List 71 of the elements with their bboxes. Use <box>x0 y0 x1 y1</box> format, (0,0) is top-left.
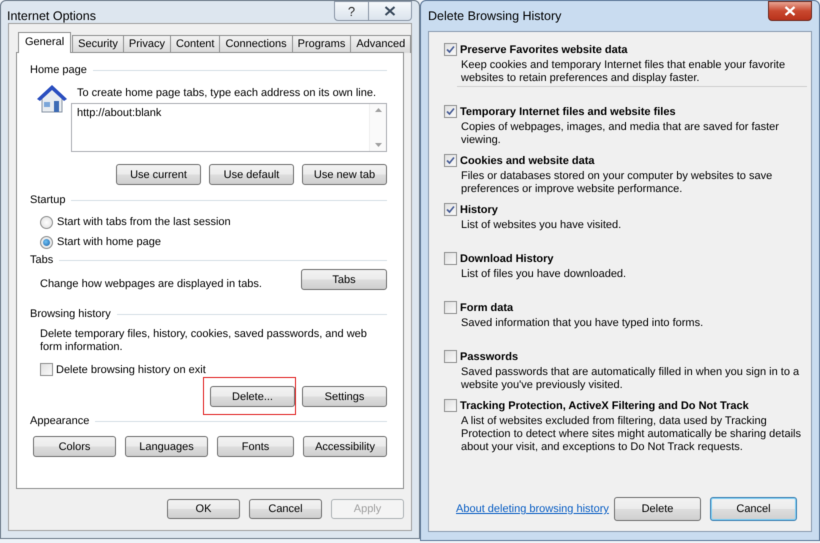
description-text: A list of websites excluded from filtering, data used by Tracking Protection to detect where sites might automatically be sharing details about your visit, and exceptions to Do Not Track requests. <box>461 415 802 454</box>
tab[interactable]: Connections <box>219 35 293 53</box>
radio-label: Start with home page <box>57 236 161 248</box>
checkbox[interactable] <box>444 399 457 412</box>
description-text: Copies of webpages, images, and media that are saved for faster viewing. <box>461 121 780 147</box>
window-title: Internet Options <box>7 9 96 23</box>
help-link[interactable]: About deleting browsing history <box>456 503 609 515</box>
house-icon <box>35 83 69 115</box>
radio-button[interactable] <box>40 216 53 228</box>
button[interactable]: Settings <box>302 386 387 407</box>
checkbox-label: Delete browsing history on exit <box>56 364 206 376</box>
button[interactable]: Delete <box>614 497 701 521</box>
button[interactable]: Tabs <box>301 269 387 290</box>
scroll-up-icon[interactable] <box>374 108 382 112</box>
radio-label: Start with tabs from the last session <box>57 216 231 228</box>
button[interactable]: Cancel <box>710 497 797 521</box>
checkbox-label: Cookies and website data <box>460 154 594 166</box>
checkbox-label: Passwords <box>460 350 518 362</box>
instruction-text: To create home page tabs, type each address on its own line. <box>77 87 376 99</box>
tab[interactable]: Advanced <box>350 35 412 53</box>
checkbox-label: Tracking Protection, ActiveX Filtering and Do Not Track <box>460 400 749 412</box>
checkbox-label: History <box>460 204 498 216</box>
checkbox-label: Temporary Internet files and website files <box>460 106 676 118</box>
checkbox[interactable] <box>444 301 457 314</box>
button[interactable]: Languages <box>124 436 208 457</box>
description-text: List of websites you have visited. <box>461 219 622 232</box>
button[interactable]: Cancel <box>249 499 322 519</box>
close-icon <box>784 6 796 16</box>
checkbox[interactable] <box>444 203 457 216</box>
description-text: Saved passwords that are automatically filled in when you sign in to a website you've previously visited. <box>461 366 800 392</box>
checkbox[interactable] <box>444 105 457 118</box>
button[interactable]: Delete... <box>210 386 295 407</box>
button[interactable]: Accessibility <box>303 436 387 457</box>
checkbox[interactable] <box>444 350 457 363</box>
group-heading: Home page <box>30 64 87 76</box>
tab[interactable]: General <box>18 32 72 53</box>
description-text: Change how webpages are displayed in tabs. <box>40 278 262 290</box>
scroll-down-icon[interactable] <box>374 143 382 147</box>
window-title: Delete Browsing History <box>428 9 562 23</box>
checkbox-label: Form data <box>460 302 514 314</box>
description-text: List of files you have downloaded. <box>461 268 628 281</box>
button[interactable]: Fonts <box>216 436 294 457</box>
group-heading: Startup <box>30 194 66 206</box>
close-button[interactable] <box>768 1 812 21</box>
description-text: Delete temporary files, history, cookies, saved passwords, and web form information. <box>40 328 368 354</box>
group-heading: Appearance <box>30 415 90 427</box>
tab[interactable]: Programs <box>292 35 352 53</box>
description-text: Keep cookies and temporary Internet files that enable your favorite websites to retain preferences and display faster. <box>461 59 786 85</box>
checkbox[interactable] <box>444 252 457 265</box>
button[interactable]: Use new tab <box>302 164 387 185</box>
button[interactable]: Use current <box>116 164 201 185</box>
checkbox-label: Download History <box>460 252 554 264</box>
tab[interactable]: Privacy <box>122 35 171 53</box>
button[interactable]: OK <box>167 499 240 519</box>
description-text: Files or databases stored on your computer by websites to save preferences or improve website performance. <box>461 170 774 196</box>
home-page-field[interactable]: http://about:blank <box>71 103 387 152</box>
checkbox[interactable] <box>40 363 53 376</box>
close-button[interactable] <box>369 1 412 21</box>
help-button[interactable]: ? <box>334 1 369 21</box>
checkbox-label: Preserve Favorites website data <box>460 44 628 56</box>
checkbox[interactable] <box>444 154 457 167</box>
group-heading: Browsing history <box>30 308 111 320</box>
button[interactable]: Use default <box>209 164 294 185</box>
close-icon <box>384 6 396 16</box>
radio-button[interactable] <box>40 236 53 248</box>
description-text: Saved information that you have typed into forms. <box>461 317 704 330</box>
group-heading: Tabs <box>30 254 54 266</box>
tab[interactable]: Content <box>170 35 220 53</box>
tab[interactable]: Security <box>72 35 124 53</box>
checkbox[interactable] <box>444 43 457 56</box>
button[interactable]: Colors <box>33 436 116 457</box>
